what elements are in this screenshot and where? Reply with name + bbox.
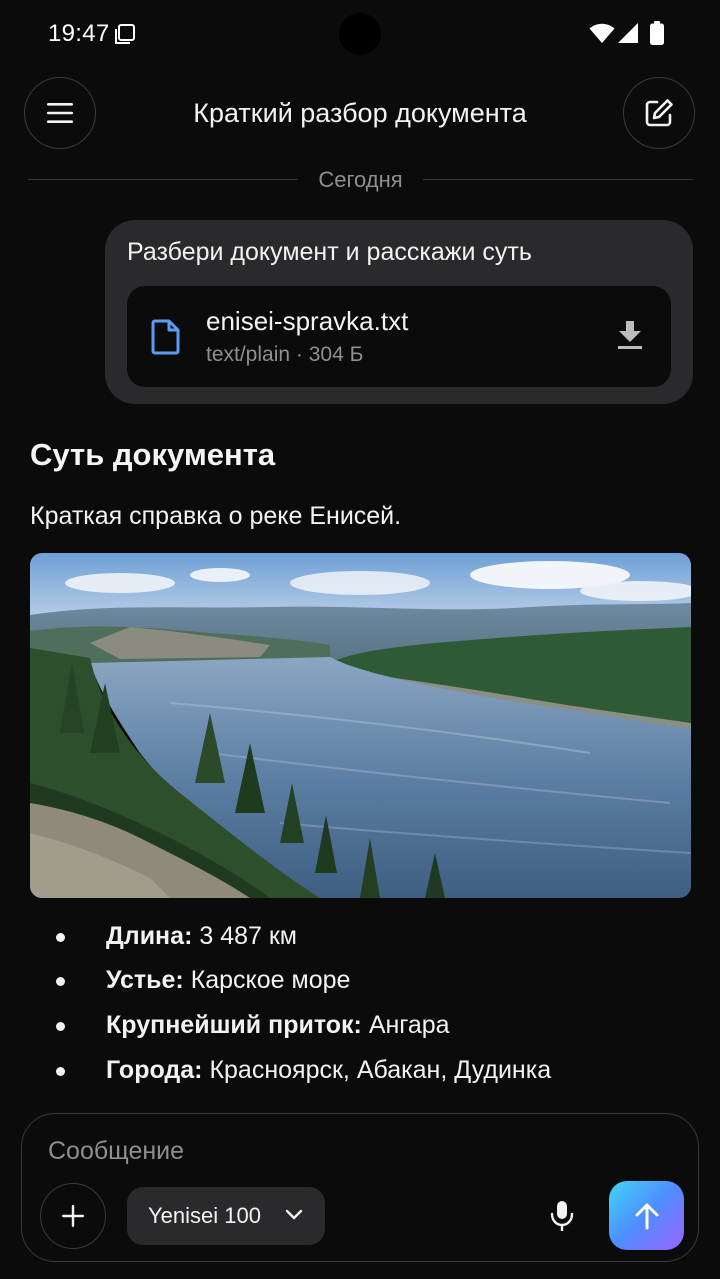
wifi-icon: [589, 23, 615, 43]
plus-icon: [62, 1205, 84, 1227]
list-item: Длина: 3 487 км: [0, 920, 720, 956]
model-selector[interactable]: Yenisei 100: [127, 1187, 325, 1245]
add-attachment-button[interactable]: [40, 1183, 106, 1249]
user-message-bubble: Разбери документ и расскажи суть enisei-…: [105, 220, 693, 404]
divider-line: [28, 179, 298, 180]
status-time: 19:47: [48, 20, 110, 47]
hamburger-icon: [47, 103, 73, 123]
screen-record-icon: [115, 24, 135, 44]
app-header: Краткий разбор документа: [0, 76, 720, 152]
message-input[interactable]: [46, 1132, 570, 1170]
file-name: enisei-spravka.txt: [206, 306, 409, 336]
list-item: Крупнейший приток: Ангара: [0, 1009, 720, 1045]
divider-line: [423, 179, 693, 180]
new-chat-button[interactable]: [623, 77, 695, 149]
camera-cutout: [339, 13, 381, 55]
file-meta: text/plain · 304 Б: [206, 343, 364, 366]
chat-screen: 19:47 Краткий разбор документа Сегодня Р…: [0, 0, 720, 1279]
menu-button[interactable]: [24, 77, 96, 149]
fact-label: Города:: [106, 1056, 203, 1084]
model-name: Yenisei 100: [148, 1203, 261, 1228]
arrow-up-icon: [635, 1203, 658, 1229]
bullet: [56, 933, 65, 942]
river-landscape-image[interactable]: [30, 553, 691, 898]
voice-input-button[interactable]: [542, 1196, 582, 1236]
list-item: Города: Красноярск, Абакан, Дудинка: [0, 1054, 720, 1090]
answer-heading: Суть документа: [30, 437, 276, 472]
answer-intro: Краткая справка о реке Енисей.: [30, 502, 402, 530]
status-bar: 19:47: [0, 0, 720, 68]
date-label: Сегодня: [318, 167, 403, 192]
fact-value: 3 487 км: [199, 922, 297, 950]
bullet: [56, 977, 65, 986]
fact-label: Длина:: [106, 922, 193, 950]
fact-label: Устье:: [106, 966, 184, 994]
edit-icon: [645, 99, 673, 127]
battery-icon: [650, 21, 664, 45]
microphone-icon: [550, 1201, 574, 1231]
bullet: [56, 1067, 65, 1076]
fact-value: Красноярск, Абакан, Дудинка: [209, 1056, 552, 1084]
fact-label: Крупнейший приток:: [106, 1011, 362, 1039]
user-message-text: Разбери документ и расскажи суть: [127, 238, 532, 266]
page-title: Краткий разбор документа: [193, 98, 527, 128]
document-icon: [151, 319, 180, 355]
file-attachment-card[interactable]: enisei-spravka.txt text/plain · 304 Б: [127, 286, 671, 387]
date-divider: Сегодня: [28, 166, 693, 194]
fact-value: Карское море: [190, 966, 351, 994]
list-item: Устье: Карское море: [0, 964, 720, 1000]
cellular-signal-icon: [618, 23, 638, 43]
chevron-down-icon: [285, 1209, 303, 1220]
message-composer: Yenisei 100: [21, 1113, 699, 1262]
bullet: [56, 1022, 65, 1031]
download-icon[interactable]: [616, 319, 644, 351]
fact-value: Ангара: [368, 1011, 450, 1039]
send-button[interactable]: [609, 1181, 684, 1250]
river-landscape-illustration: [30, 553, 691, 898]
